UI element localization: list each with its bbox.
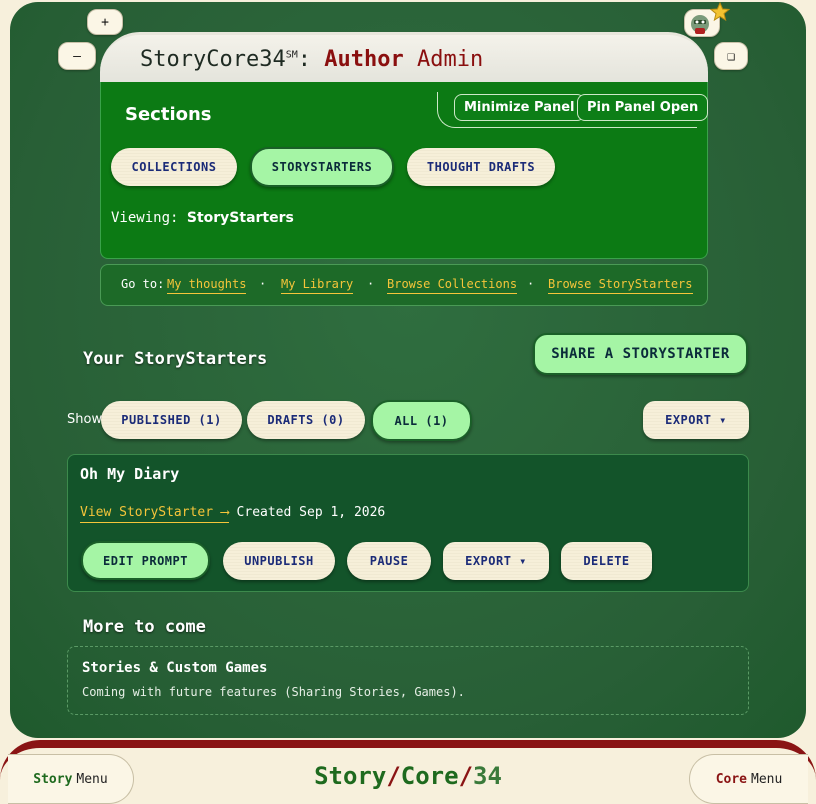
zoom-out-button[interactable]: –	[58, 42, 96, 70]
sections-panel: Sections Minimize Panel Pin Panel Open C…	[100, 82, 709, 259]
pause-button[interactable]: PAUSE	[347, 542, 431, 580]
tab-collections[interactable]: COLLECTIONS	[111, 148, 237, 186]
brand-slash: /	[386, 762, 401, 790]
star-icon	[710, 2, 730, 22]
view-storystarter-link[interactable]: View StoryStarter ⟶	[80, 505, 229, 523]
edit-prompt-button[interactable]: EDIT PROMPT	[81, 541, 210, 580]
viewing-value: StoryStarters	[186, 210, 294, 226]
goto-sep: ·	[367, 277, 375, 291]
service-mark: SM	[285, 49, 298, 61]
storystarters-heading: Your StoryStarters	[83, 349, 268, 369]
tab-storystarters[interactable]: STORYSTARTERS	[250, 147, 394, 187]
storystarter-title: Oh My Diary	[80, 465, 180, 483]
role-author: Author	[324, 47, 404, 72]
more-heading: More to come	[83, 617, 206, 637]
storystarter-meta: View StoryStarter ⟶ Created Sep 1, 2026	[80, 505, 386, 523]
viewing-label: Viewing:	[111, 210, 179, 226]
filter-drafts[interactable]: DRAFTS (0)	[247, 401, 365, 439]
share-storystarter-button[interactable]: SHARE A STORYSTARTER	[533, 333, 748, 375]
brand-core: Core	[400, 762, 459, 790]
panel-actions: Minimize Panel Pin Panel Open	[437, 92, 709, 128]
brand-slash: /	[458, 762, 474, 790]
goto-sep: ·	[527, 277, 535, 291]
role-admin: Admin	[416, 47, 484, 72]
title-bar: StoryCore34SM: Author Admin	[100, 32, 708, 82]
goto-sep: ·	[259, 277, 267, 291]
created-date: Created Sep 1, 2026	[236, 505, 386, 520]
sections-heading: Sections	[125, 104, 212, 125]
unpublish-button[interactable]: UNPUBLISH	[223, 542, 335, 580]
filter-all[interactable]: ALL (1)	[371, 400, 472, 441]
coming-soon-card: Stories & Custom Games Coming with futur…	[67, 646, 749, 715]
filter-published[interactable]: PUBLISHED (1)	[101, 401, 242, 439]
tab-thought-drafts[interactable]: THOUGHT DRAFTS	[407, 148, 555, 186]
goto-bar: Go to: My thoughts · My Library · Browse…	[100, 264, 708, 306]
show-label: Show	[67, 412, 103, 427]
link-browse-collections[interactable]: Browse Collections	[387, 277, 518, 294]
export-dropdown[interactable]: EXPORT ▾	[643, 401, 749, 439]
title-separator: :	[297, 47, 311, 72]
footer-bar: Story Menu Story/Core/34 Core Menu	[0, 740, 816, 804]
pin-panel-button[interactable]: Pin Panel Open	[577, 94, 709, 121]
link-my-library[interactable]: My Library	[281, 277, 354, 294]
brand-name: StoryCore34	[140, 47, 286, 72]
coming-soon-title: Stories & Custom Games	[82, 660, 268, 676]
brand-number: 34	[473, 762, 502, 790]
link-browse-storystarters[interactable]: Browse StoryStarters	[548, 277, 693, 294]
goto-label: Go to:	[121, 277, 165, 291]
page-title: StoryCore34SM: Author Admin	[140, 47, 483, 72]
core-menu-button[interactable]: Core Menu	[689, 754, 808, 804]
delete-button[interactable]: DELETE	[561, 542, 652, 580]
core-menu-label: Menu	[751, 771, 783, 787]
coming-soon-desc: Coming with future features (Sharing Sto…	[82, 685, 465, 699]
export-item-dropdown[interactable]: EXPORT ▾	[443, 542, 549, 580]
minimize-panel-button[interactable]: Minimize Panel	[454, 94, 585, 121]
link-my-thoughts[interactable]: My thoughts	[167, 277, 247, 294]
viewing-status: Viewing: StoryStarters	[111, 210, 294, 226]
brand-story: Story	[314, 762, 387, 790]
storystarter-card: Oh My Diary View StoryStarter ⟶ Created …	[67, 454, 749, 592]
zoom-in-button[interactable]: +	[87, 9, 123, 35]
restore-button[interactable]: ❑	[714, 42, 748, 70]
core-menu-word: Core	[715, 771, 747, 787]
